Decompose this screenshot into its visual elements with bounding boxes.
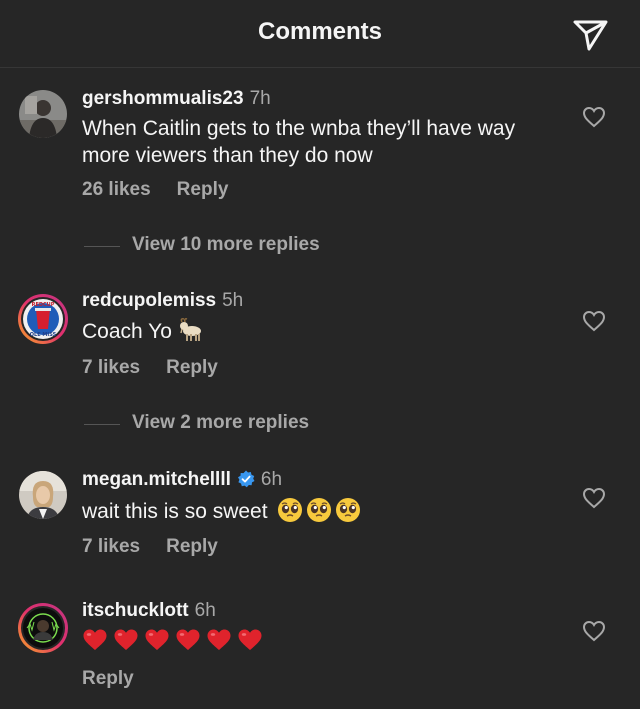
- comment-text: wait this is so sweet: [82, 500, 268, 523]
- comment-item: gershommualis23 7h When Caitlin gets to t…: [0, 88, 640, 218]
- goat-emoji-icon: [179, 318, 201, 341]
- svg-text:REDCUP: REDCUP: [32, 302, 55, 308]
- reply-button[interactable]: Reply: [82, 668, 134, 689]
- comment-time: 5h: [222, 290, 244, 311]
- heart-icon[interactable]: [582, 487, 606, 509]
- comment-text: When Caitlin gets to the wnba they’ll ha…: [82, 117, 516, 167]
- svg-text:OLE MISS: OLE MISS: [30, 332, 57, 338]
- likes-count[interactable]: 26 likes: [82, 179, 151, 200]
- pleading-face-icon: [278, 498, 303, 522]
- heart-icon[interactable]: [582, 106, 606, 128]
- pleading-face-icon: [307, 498, 332, 522]
- comment-item: megan.mitchellll 6h wait this is so swee…: [0, 469, 640, 579]
- view-more-replies[interactable]: View 10 more replies: [84, 234, 484, 258]
- comment-text: Coach Yo: [82, 320, 172, 343]
- comment-username[interactable]: gershommualis23: [82, 88, 244, 109]
- avatar[interactable]: [17, 602, 69, 654]
- paper-plane-icon[interactable]: [570, 14, 610, 54]
- pleading-face-icon: [336, 498, 361, 522]
- page-title: Comments: [257, 18, 383, 45]
- red-heart-icon: [176, 629, 200, 650]
- verified-badge-icon: [237, 470, 255, 488]
- red-heart-icon: [238, 629, 262, 650]
- comment-username[interactable]: redcupolemiss: [82, 290, 216, 311]
- heart-icon[interactable]: [582, 620, 606, 642]
- red-heart-emojis: [82, 628, 268, 656]
- likes-count[interactable]: 7 likes: [82, 536, 140, 557]
- divider: [84, 424, 120, 425]
- comment-time: 6h: [194, 600, 216, 621]
- likes-count[interactable]: 7 likes: [82, 357, 140, 378]
- avatar[interactable]: REDCUP OLE MISS: [17, 293, 69, 345]
- red-heart-icon: [145, 629, 169, 650]
- heart-icon[interactable]: [582, 310, 606, 332]
- red-heart-icon: [207, 629, 231, 650]
- reply-button[interactable]: Reply: [177, 179, 229, 200]
- comment-time: 6h: [260, 469, 283, 490]
- pleading-face-emojis: [277, 497, 361, 530]
- comment-username[interactable]: itschucklott: [82, 600, 189, 621]
- comment-time: 7h: [249, 88, 271, 109]
- comment-item: itschucklott 6h Reply: [0, 600, 640, 700]
- comment-username[interactable]: megan.mitchellll: [82, 469, 231, 490]
- comments-header: Comments: [0, 0, 640, 68]
- avatar[interactable]: [19, 90, 67, 138]
- red-heart-icon: [83, 629, 107, 650]
- avatar[interactable]: [19, 471, 67, 519]
- comment-item: REDCUP OLE MISS redcupolemiss 5h Coach Yo…: [0, 290, 640, 400]
- red-heart-icon: [114, 629, 138, 650]
- reply-button[interactable]: Reply: [166, 536, 218, 557]
- view-more-replies[interactable]: View 2 more replies: [84, 412, 484, 436]
- divider: [84, 246, 120, 247]
- reply-button[interactable]: Reply: [166, 357, 218, 378]
